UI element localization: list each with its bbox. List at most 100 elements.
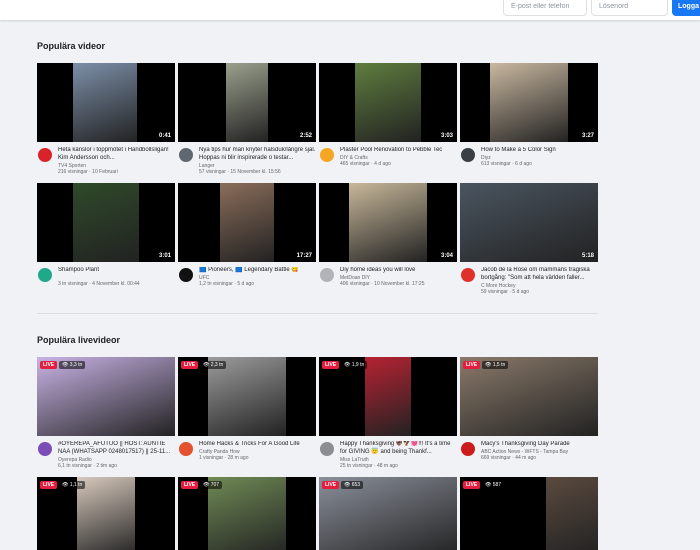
email-field[interactable]: [503, 0, 587, 16]
video-title[interactable]: Diy home ideas you will love: [340, 267, 457, 275]
video-duration: 3:27: [581, 133, 594, 139]
channel-avatar[interactable]: [320, 148, 334, 162]
login-button[interactable]: Logga in: [672, 0, 700, 16]
live-video-card[interactable]: LIVE 👁 1,1 tn: [37, 477, 175, 550]
video-thumbnail[interactable]: 3:03: [319, 63, 457, 142]
thumbnail-image: [226, 63, 268, 142]
video-title[interactable]: Jacob de la Rose om mammans tragiska bor…: [481, 267, 598, 282]
live-badge: LIVE: [181, 481, 199, 489]
video-meta: Happy Thanksgiving 🦃🦅💓!!! It's a time fo…: [319, 440, 457, 470]
video-thumbnail[interactable]: 3:04: [319, 183, 457, 262]
thumbnail-image: [460, 357, 598, 436]
channel-avatar[interactable]: [461, 268, 475, 282]
channel-avatar[interactable]: [320, 442, 334, 456]
video-thumbnail[interactable]: LIVE 👁 1,1 tn: [37, 477, 175, 550]
eye-icon: 👁: [344, 482, 351, 488]
video-thumbnail[interactable]: 2:52: [178, 63, 316, 142]
thumbnail-image: [73, 63, 137, 142]
viewer-count: 👁 1,9 tn: [341, 361, 368, 369]
video-thumbnail[interactable]: 3:01: [37, 183, 175, 262]
thumbnail-image: [319, 477, 457, 550]
live-badge: LIVE: [322, 361, 340, 369]
video-title[interactable]: Heta känslor i toppmötet i Handbollsliga…: [58, 147, 175, 162]
video-duration: 3:04: [440, 253, 453, 259]
video-card[interactable]: 17:27 🟦 Pioneers, 🟦 Legendary Battle 😋 UFC…: [178, 183, 316, 296]
eye-icon: 👁: [203, 362, 210, 368]
video-duration: 3:03: [440, 133, 453, 139]
video-thumbnail[interactable]: 17:27: [178, 183, 316, 262]
viewer-count: 👁 1,5 tn: [482, 361, 509, 369]
live-video-card[interactable]: LIVE 👁 3,3 tn #OYEREPA_AFUTUO || HOST: AUN…: [37, 357, 175, 470]
live-video-card[interactable]: LIVE 👁 2,3 tn Home Hacks & Tricks For A Go…: [178, 357, 316, 470]
viewer-count: 👁 653: [341, 481, 364, 489]
video-thumbnail[interactable]: LIVE 👁 1,5 tn: [460, 357, 598, 436]
video-title[interactable]: How to Make a 5 Color Sign: [481, 147, 598, 155]
live-video-card[interactable]: LIVE 👁 707: [178, 477, 316, 550]
channel-avatar[interactable]: [179, 268, 193, 282]
video-thumbnail[interactable]: LIVE 👁 1,9 tn: [319, 357, 457, 436]
viewer-count-text: 3,3 tn: [69, 362, 83, 368]
video-thumbnail[interactable]: LIVE 👁 2,3 tn: [178, 357, 316, 436]
viewer-count-text: 653: [351, 482, 361, 488]
thumbnail-image: [460, 183, 598, 262]
video-thumbnail[interactable]: 3:27: [460, 63, 598, 142]
video-meta: Macy's Thanksgiving Day Parade ABC Action…: [460, 440, 598, 470]
video-card[interactable]: 3:03 Plaster Pool Renovation to Pebble Te…: [319, 63, 457, 176]
video-title[interactable]: #OYEREPA_AFUTUO || HOST: AUNTIE NAA (WHA…: [58, 441, 175, 456]
video-meta: Diy home ideas you will love MetDoan DIY 4…: [319, 266, 457, 296]
channel-avatar[interactable]: [320, 268, 334, 282]
video-duration: 3:01: [158, 253, 171, 259]
video-stats: 216 visningar · 10 Februari: [58, 169, 118, 175]
thumbnail-image: [490, 63, 568, 142]
video-thumbnail[interactable]: LIVE 👁 587: [460, 477, 598, 550]
live-video-card[interactable]: LIVE 👁 1,9 tn Happy Thanksgiving 🦃🦅💓!!! It…: [319, 357, 457, 470]
video-title[interactable]: Nya tips hur man knyter halsduk/långre s…: [199, 147, 316, 162]
video-title[interactable]: 🟦 Pioneers, 🟦 Legendary Battle 😋: [199, 267, 316, 275]
thumbnail-image: [349, 183, 427, 262]
channel-avatar[interactable]: [38, 442, 52, 456]
video-card[interactable]: 2:52 Nya tips hur man knyter halsduk/lång…: [178, 63, 316, 176]
video-meta: Home Hacks & Tricks For A Good Life Craft…: [178, 440, 316, 470]
channel-avatar[interactable]: [461, 442, 475, 456]
video-stats: 669 visningar · 44 m ago: [481, 455, 537, 461]
live-video-card[interactable]: LIVE 👁 653: [319, 477, 457, 550]
channel-avatar[interactable]: [38, 268, 52, 282]
video-card[interactable]: 3:01 Shampoo Plant 3 tn visningar · 4 Nove…: [37, 183, 175, 296]
video-thumbnail[interactable]: LIVE 👁 653: [319, 477, 457, 550]
thumbnail-image: [546, 477, 598, 550]
video-title[interactable]: Shampoo Plant: [58, 267, 175, 275]
eye-icon: 👁: [62, 362, 69, 368]
video-meta: Plaster Pool Renovation to Pebble Tec DIY…: [319, 146, 457, 176]
video-card[interactable]: 5:18 Jacob de la Rose om mammans tragiska…: [460, 183, 598, 296]
video-meta: Heta känslor i toppmötet i Handbollsliga…: [37, 146, 175, 176]
video-stats: 1 visningar · 28 m ago: [199, 455, 249, 461]
video-meta: Shampoo Plant 3 tn visningar · 4 November…: [37, 266, 175, 296]
channel-avatar[interactable]: [179, 148, 193, 162]
video-thumbnail[interactable]: 0:41: [37, 63, 175, 142]
video-title[interactable]: Plaster Pool Renovation to Pebble Tec: [340, 147, 457, 155]
video-thumbnail[interactable]: 5:18: [460, 183, 598, 262]
live-video-card[interactable]: LIVE 👁 1,5 tn Macy's Thanksgiving Day Para…: [460, 357, 598, 470]
video-thumbnail[interactable]: LIVE 👁 3,3 tn: [37, 357, 175, 436]
video-meta: #OYEREPA_AFUTUO || HOST: AUNTIE NAA (WHA…: [37, 440, 175, 470]
live-badge: LIVE: [40, 361, 58, 369]
live-badge: LIVE: [40, 481, 58, 489]
password-field[interactable]: [591, 0, 668, 16]
channel-avatar[interactable]: [179, 442, 193, 456]
video-stats: 57 visningar · 15 November kl. 15:56: [199, 169, 281, 175]
thumbnail-image: [355, 63, 421, 142]
eye-icon: 👁: [485, 362, 492, 368]
video-title[interactable]: Macy's Thanksgiving Day Parade: [481, 441, 598, 449]
channel-avatar[interactable]: [461, 148, 475, 162]
video-meta: Nya tips hur man knyter halsduk/långre s…: [178, 146, 316, 176]
live-video-card[interactable]: LIVE 👁 587: [460, 477, 598, 550]
video-card[interactable]: 3:04 Diy home ideas you will love MetDoan …: [319, 183, 457, 296]
video-thumbnail[interactable]: LIVE 👁 707: [178, 477, 316, 550]
channel-avatar[interactable]: [38, 148, 52, 162]
video-duration: 5:18: [581, 253, 594, 259]
video-card[interactable]: 0:41 Heta känslor i toppmötet i Handbolls…: [37, 63, 175, 176]
video-title[interactable]: Home Hacks & Tricks For A Good Life: [199, 441, 316, 449]
video-card[interactable]: 3:27 How to Make a 5 Color Sign Diyz 613 vi…: [460, 63, 598, 176]
video-title[interactable]: Happy Thanksgiving 🦃🦅💓!!! It's a time fo…: [340, 441, 457, 456]
popular-live-heading: Populära livevideor: [37, 335, 121, 345]
